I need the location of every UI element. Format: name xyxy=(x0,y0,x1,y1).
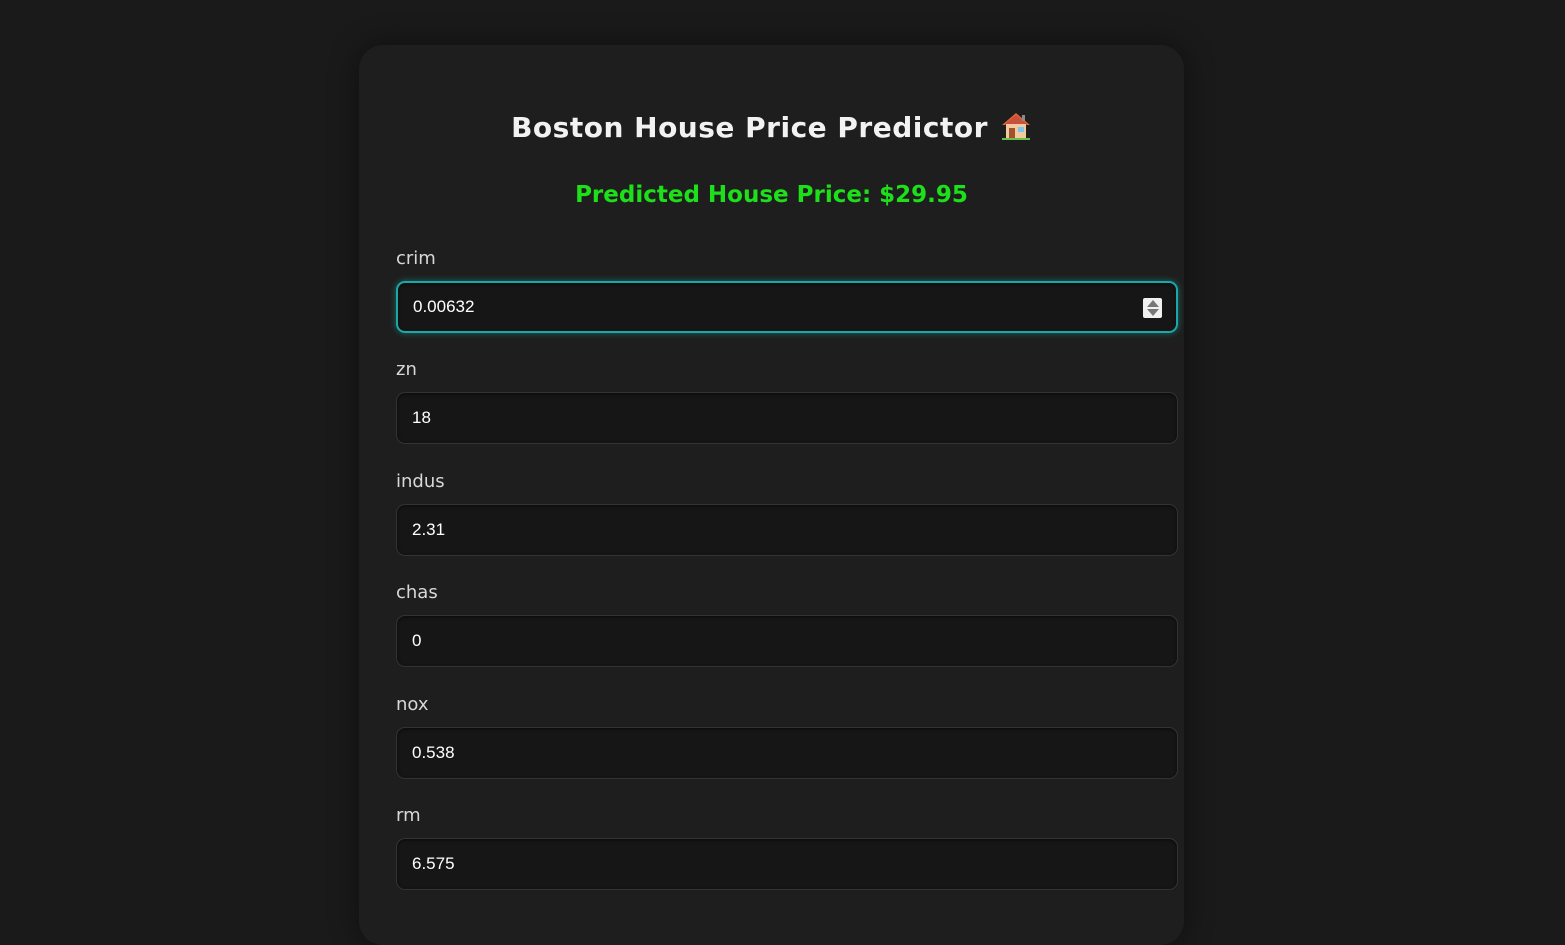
nox-input-box xyxy=(396,727,1178,779)
rm-input[interactable] xyxy=(397,839,1177,889)
crim-input-box xyxy=(396,281,1178,333)
house-icon xyxy=(1000,111,1032,148)
field-nox: nox xyxy=(396,693,1178,779)
crim-input[interactable] xyxy=(398,283,1176,331)
field-crim: crim xyxy=(396,247,1178,333)
rm-input-box xyxy=(396,838,1178,890)
number-spinner[interactable] xyxy=(1143,298,1162,318)
indus-input-box xyxy=(396,504,1178,556)
page-title-text: Boston House Price Predictor xyxy=(511,111,988,144)
field-label: crim xyxy=(396,248,436,269)
field-chas: chas xyxy=(396,581,1178,667)
field-indus: indus xyxy=(396,470,1178,556)
field-label: indus xyxy=(396,471,445,492)
chas-input-box xyxy=(396,615,1178,667)
field-label: nox xyxy=(396,694,429,715)
zn-input[interactable] xyxy=(397,393,1177,443)
predictor-card: Boston House Price Predictor Predicted H… xyxy=(359,45,1184,945)
predicted-price: Predicted House Price: $29.95 xyxy=(575,182,968,208)
spinner-up-icon[interactable] xyxy=(1147,300,1159,307)
field-zn: zn xyxy=(396,358,1178,444)
field-label: chas xyxy=(396,582,438,603)
field-label: zn xyxy=(396,359,417,380)
spinner-down-icon[interactable] xyxy=(1147,309,1159,316)
field-label: rm xyxy=(396,805,421,826)
nox-input[interactable] xyxy=(397,728,1177,778)
indus-input[interactable] xyxy=(397,505,1177,555)
page-title: Boston House Price Predictor xyxy=(359,111,1184,148)
chas-input[interactable] xyxy=(397,616,1177,666)
zn-input-box xyxy=(396,392,1178,444)
field-rm: rm xyxy=(396,804,1178,890)
